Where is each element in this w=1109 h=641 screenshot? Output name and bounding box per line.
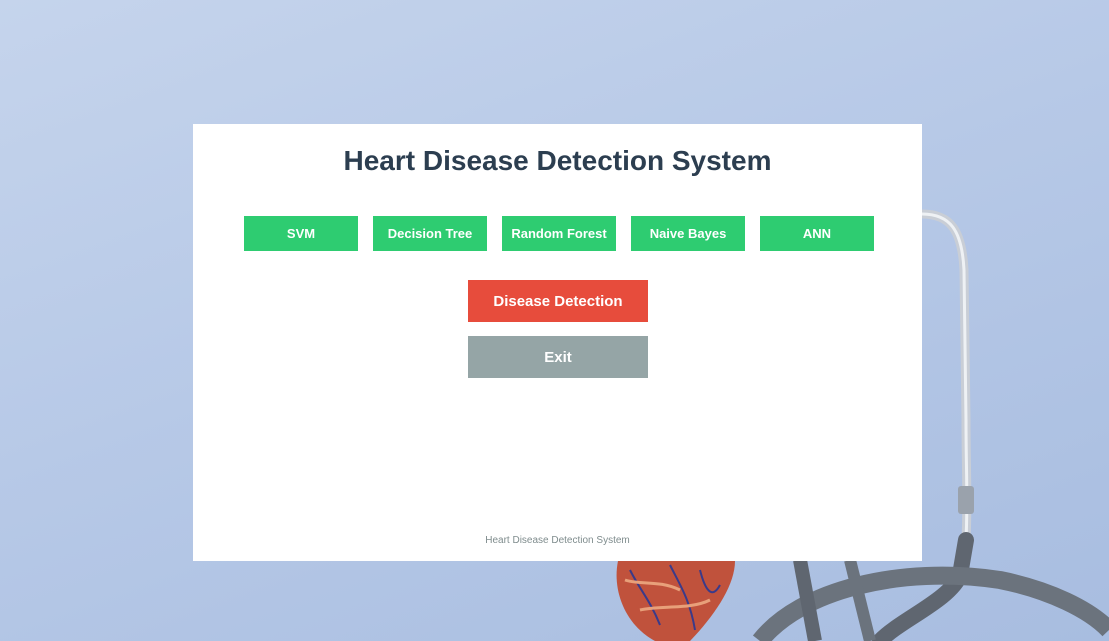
decision-tree-button[interactable]: Decision Tree (373, 216, 487, 251)
algorithm-button-row: SVM Decision Tree Random Forest Naive Ba… (244, 216, 874, 251)
exit-button[interactable]: Exit (468, 336, 648, 378)
ann-button[interactable]: ANN (760, 216, 874, 251)
main-panel: Heart Disease Detection System SVM Decis… (193, 124, 922, 561)
random-forest-button[interactable]: Random Forest (502, 216, 616, 251)
svm-button[interactable]: SVM (244, 216, 358, 251)
page-title: Heart Disease Detection System (343, 145, 772, 176)
disease-detection-button[interactable]: Disease Detection (468, 280, 648, 322)
naive-bayes-button[interactable]: Naive Bayes (631, 216, 745, 251)
footer-text: Heart Disease Detection System (485, 535, 630, 546)
